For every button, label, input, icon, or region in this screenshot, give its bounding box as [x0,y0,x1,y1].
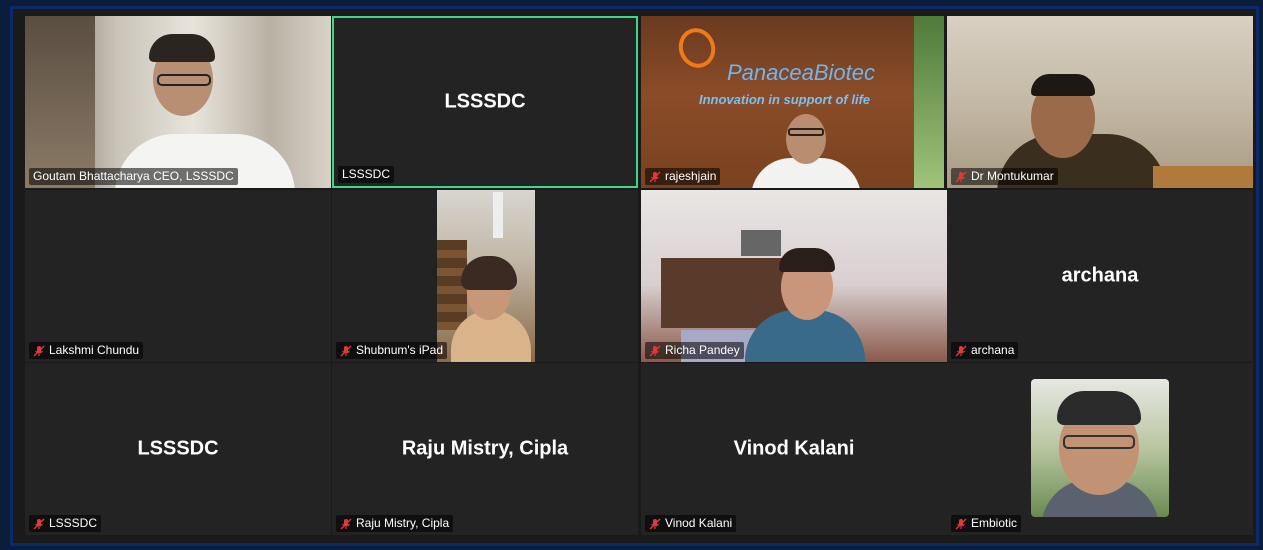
participant-tile-embiotic[interactable]: Embiotic [947,363,1253,535]
participant-display-name: LSSSDC [137,437,219,460]
microphone-muted-icon [955,518,967,530]
participant-tile-richa-pandey[interactable]: Richa Pandey [641,190,947,362]
participant-name-label: Lakshmi Chundu [29,342,144,359]
microphone-muted-icon [649,171,661,183]
participant-display-name: archana [1061,264,1139,287]
background-tagline-text: Innovation in support of life [699,92,871,107]
participant-name-label: rajeshjain [645,168,721,185]
participant-name-label: Richa Pandey [645,342,744,359]
participant-display-name: Raju Mistry, Cipla [401,437,569,460]
microphone-muted-icon [649,518,661,530]
participant-tile-vinod-kalani[interactable]: Vinod Kalani Vinod Kalani [641,363,947,535]
participant-tile-goutam[interactable]: Goutam Bhattacharya CEO, LSSSDC [25,16,331,188]
participant-video [641,190,947,362]
microphone-muted-icon [340,518,352,530]
participant-video [947,16,1253,188]
participant-tile-raju-mistry[interactable]: Raju Mistry, Cipla Raju Mistry, Cipla [332,363,638,535]
participant-video [437,190,535,362]
microphone-muted-icon [955,345,967,357]
microphone-muted-icon [955,171,967,183]
participant-video: PanaceaBiotec Innovation in support of l… [641,16,944,188]
participant-tile-lakshmi-chundu[interactable]: Lakshmi Chundu [25,190,331,362]
background-brand-text: PanaceaBiotec [727,60,875,85]
microphone-muted-icon [33,345,45,357]
participant-tile-dr-montukumar[interactable]: Dr Montukumar [947,16,1253,188]
participant-tile-archana[interactable]: archana archana [947,190,1253,362]
microphone-muted-icon [649,345,661,357]
microphone-muted-icon [340,345,352,357]
participant-name-label: Dr Montukumar [951,168,1058,185]
microphone-muted-icon [33,518,45,530]
participant-tile-lsssdc[interactable]: LSSSDC LSSSDC [25,363,331,535]
participant-tile-rajeshjain[interactable]: PanaceaBiotec Innovation in support of l… [641,16,944,188]
participant-name-label: Raju Mistry, Cipla [336,515,454,532]
participant-name-label: Embiotic [951,515,1022,532]
participant-name-label: archana [951,342,1019,359]
participant-name-label: LSSSDC [29,515,102,532]
participant-tile-shubnum-ipad[interactable]: Shubnum's iPad [332,190,638,362]
participant-display-name: LSSSDC [444,90,526,113]
participant-name-label: Vinod Kalani [645,515,737,532]
participant-name-label: Shubnum's iPad [336,342,448,359]
participant-name-label: Goutam Bhattacharya CEO, LSSSDC [29,168,238,185]
video-call-window: Goutam Bhattacharya CEO, LSSSDC LSSSDC L… [10,6,1259,546]
participant-tile-lsssdc-speaker[interactable]: LSSSDC LSSSDC [332,16,638,188]
participant-video [1031,379,1169,517]
participant-video [25,16,331,188]
participant-name-label: LSSSDC [338,166,395,183]
participant-display-name: Vinod Kalani [733,437,855,460]
